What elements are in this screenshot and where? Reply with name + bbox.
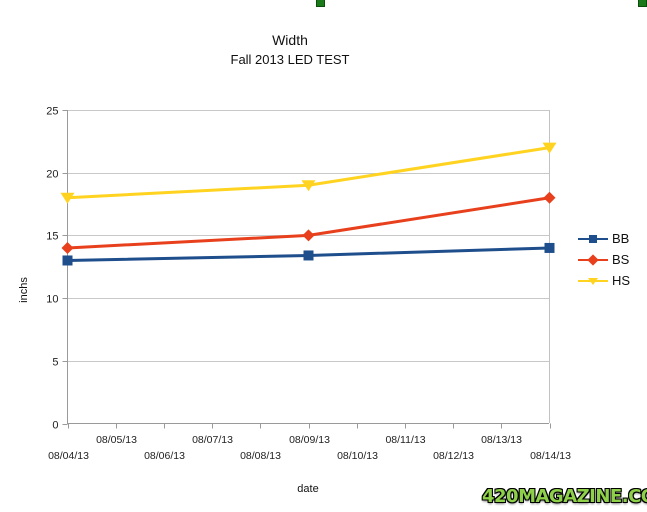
x-axis-title: date (297, 483, 318, 495)
x-tick-label: 08/14/13 (530, 450, 571, 462)
chart-container: Width Fall 2013 LED TEST 0 5 10 15 20 25 08/0… (0, 0, 647, 512)
x-tick-label: 08/08/13 (240, 450, 281, 462)
data-point-bs[interactable] (302, 229, 315, 242)
x-tick-label: 08/12/13 (433, 450, 474, 462)
y-tick-label: 10 (46, 294, 58, 306)
y-tick-label: 15 (46, 231, 58, 243)
data-point-bs[interactable] (61, 241, 74, 254)
y-tick-label: 5 (52, 357, 58, 369)
x-tick-label: 08/05/13 (96, 434, 137, 446)
x-tick-label: 08/07/13 (192, 434, 233, 446)
x-axis-tick-labels: 08/04/13 08/05/13 08/06/13 08/07/13 08/08/13… (48, 434, 571, 462)
x-tick-label: 08/06/13 (144, 450, 185, 462)
data-point-bb[interactable] (303, 250, 314, 261)
legend-item-bb[interactable]: BB (578, 228, 644, 249)
site-watermark: 420MAGAZINE.COM (481, 485, 647, 508)
legend-item-hs[interactable]: HS (578, 270, 644, 291)
x-tick-label: 08/04/13 (48, 450, 89, 462)
legend-label-bb: BB (612, 230, 630, 246)
legend-item-bs[interactable]: BS (578, 249, 644, 270)
square-marker-icon (589, 234, 597, 243)
legend-swatch-hs (578, 274, 608, 288)
legend-label-bs: BS (612, 251, 630, 267)
data-point-bb[interactable] (62, 255, 73, 266)
legend-swatch-bb (578, 232, 608, 246)
data-point-bs[interactable] (543, 191, 556, 204)
data-point-bb[interactable] (544, 242, 555, 253)
x-tick-label: 08/11/13 (385, 434, 425, 446)
plot-svg: 0 5 10 15 20 25 08/04/13 08/05/13 08/06/13 08/07… (18, 106, 571, 496)
data-series-layer (60, 142, 557, 266)
x-tick-label: 08/09/13 (289, 434, 330, 446)
top-artifact-left (316, 0, 325, 7)
legend-label-hs: HS (612, 272, 631, 288)
x-tick-label: 08/13/13 (481, 434, 522, 446)
legend-swatch-bs (578, 253, 608, 267)
top-artifact-right (638, 0, 647, 7)
x-tick-label: 08/10/13 (337, 450, 378, 462)
y-tick-label: 20 (46, 169, 58, 181)
triangle-down-marker-icon (588, 277, 598, 285)
diamond-marker-icon (587, 253, 599, 266)
y-tick-label: 25 (46, 106, 58, 118)
x-axis-ticks (68, 423, 551, 429)
y-tick-label: 0 (52, 420, 58, 432)
chart-legend: BB BS HS (578, 228, 644, 291)
y-axis-ticks: 0 5 10 15 20 25 (46, 106, 68, 432)
y-axis-title: inchs (18, 277, 30, 303)
